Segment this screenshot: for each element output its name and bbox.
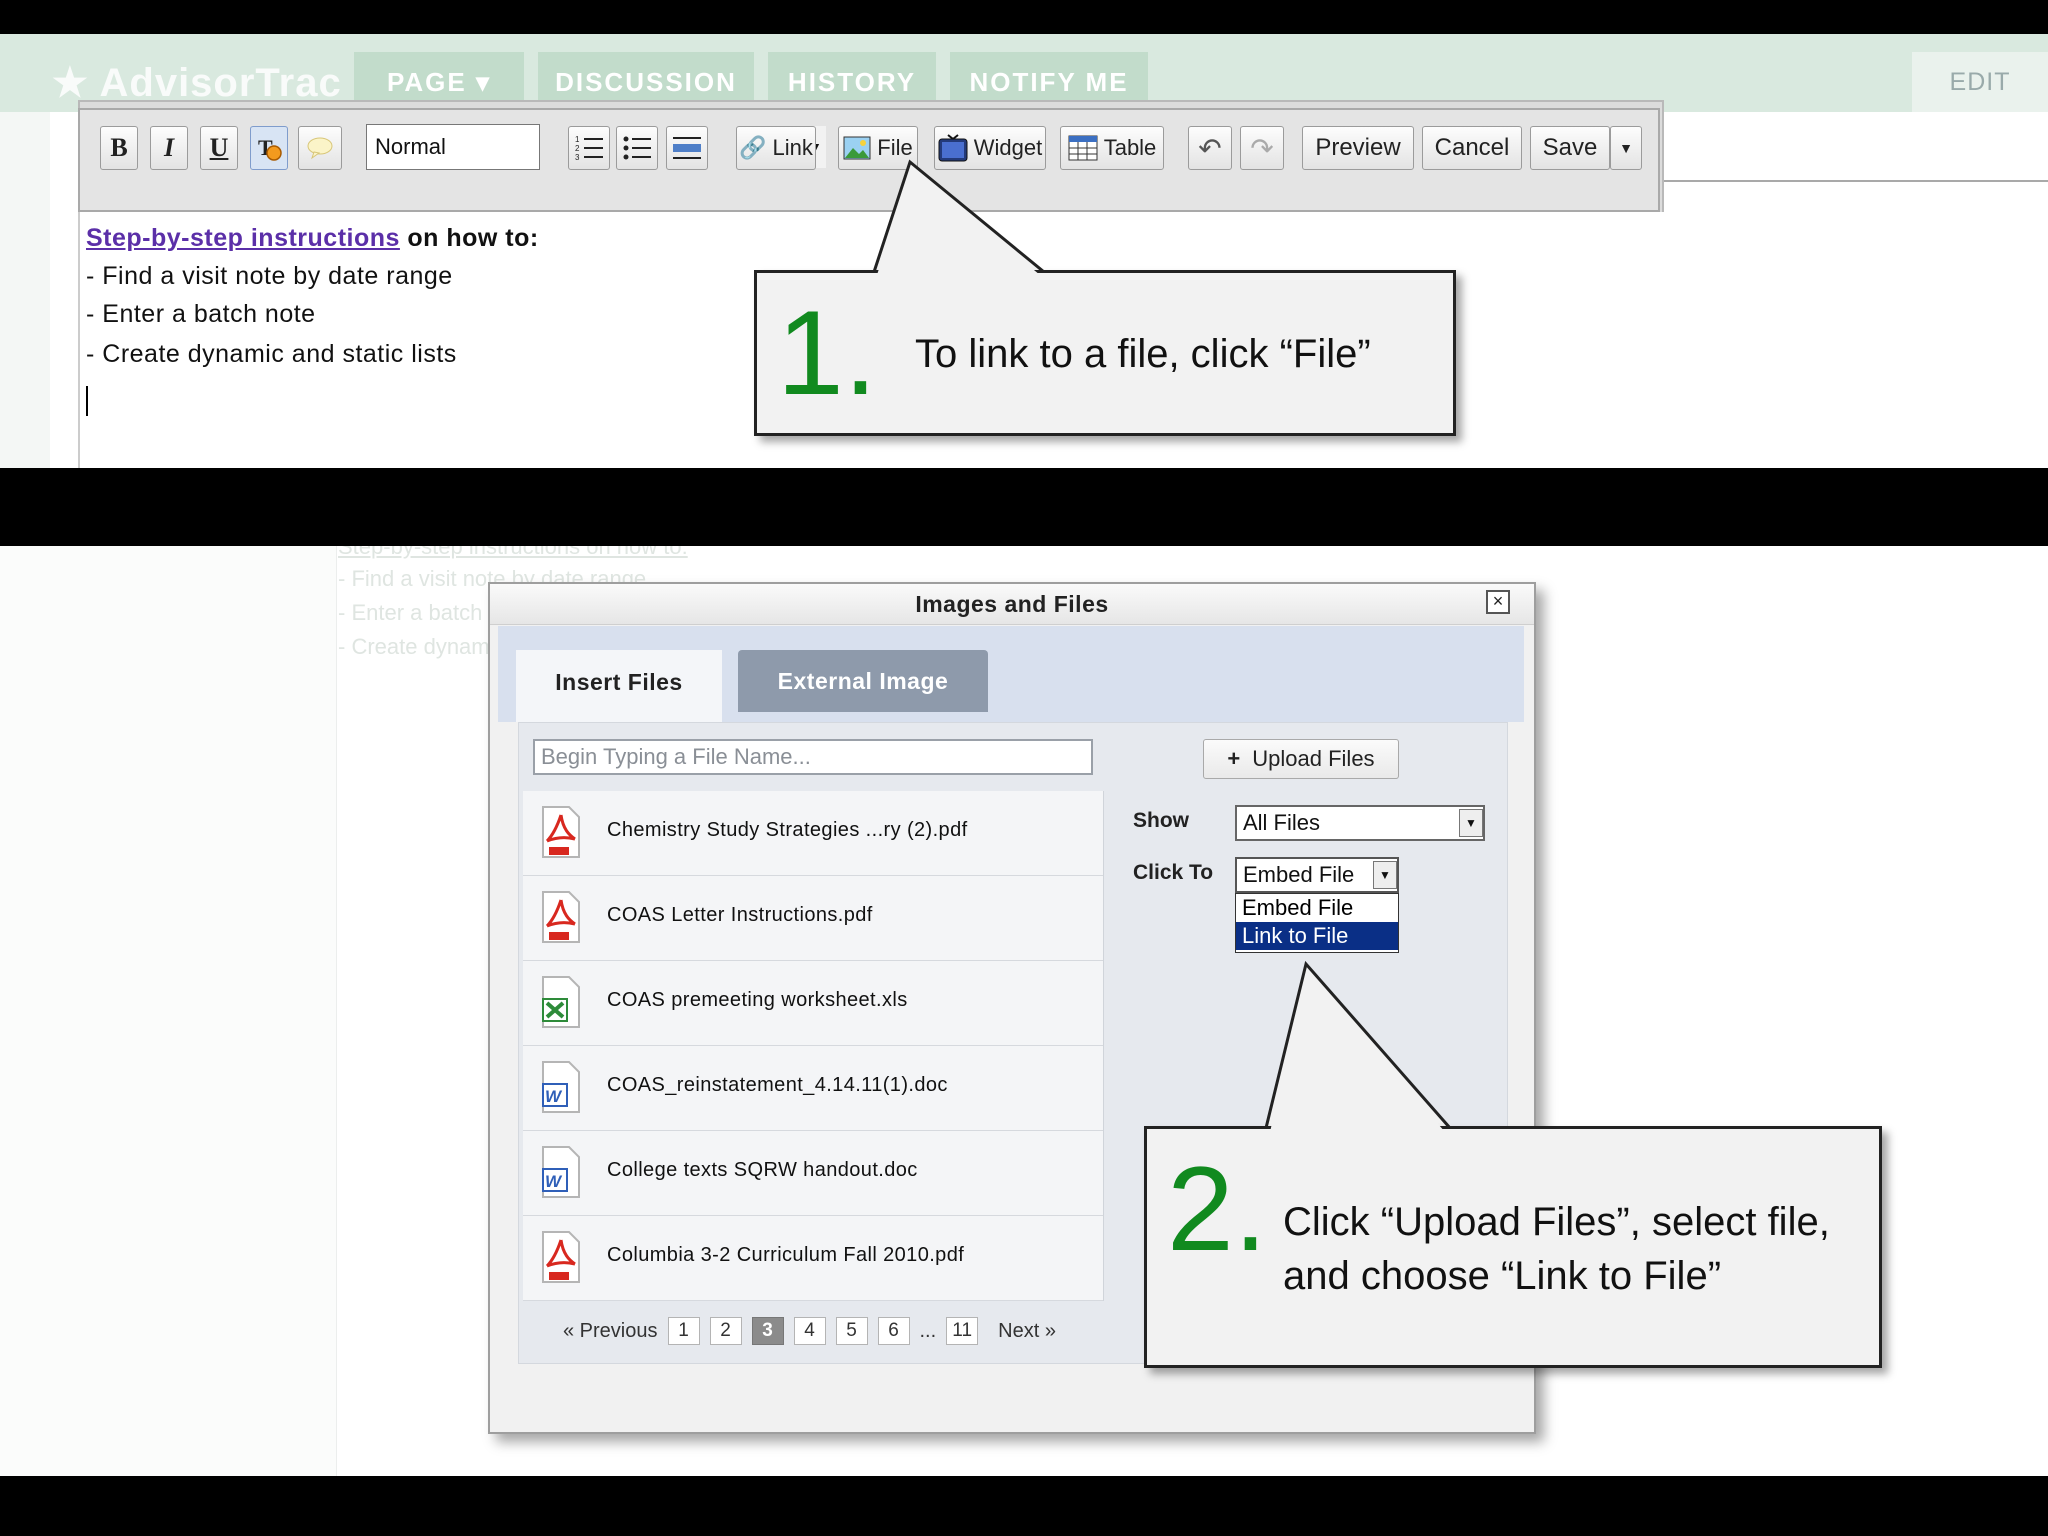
callout-2-pointer-mask: [1270, 972, 1445, 1132]
editor-screenshot-panel: ★ AdvisorTrac PAGE ▾ DISCUSSION HISTORY …: [0, 34, 2048, 468]
callout-1-pointer-mask: [877, 168, 1040, 275]
dialog-screenshot-panel: Step-by-step instructions on how to: - F…: [0, 546, 2048, 1476]
